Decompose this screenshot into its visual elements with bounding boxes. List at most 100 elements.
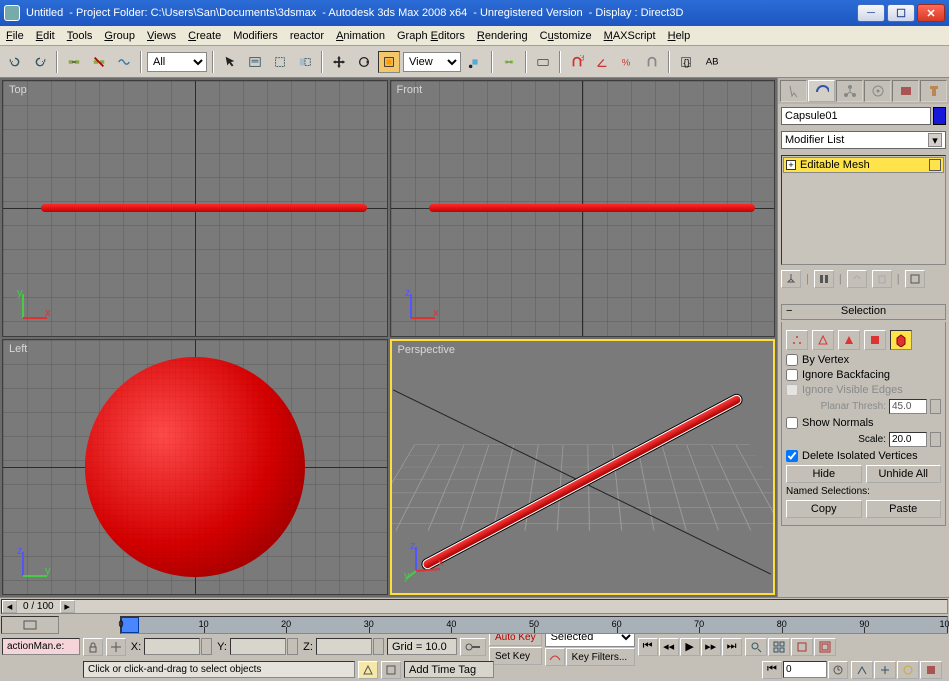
move-button[interactable] [328, 51, 350, 73]
viewport-front[interactable]: Front zx [390, 80, 776, 337]
show-normals-checkbox[interactable] [786, 417, 798, 429]
viewport-perspective[interactable]: Perspective zxy [390, 339, 776, 596]
element-subobj-button[interactable] [890, 330, 912, 350]
hide-button[interactable]: Hide [786, 465, 862, 483]
scale-spinner[interactable] [930, 432, 941, 447]
object-color-swatch[interactable] [933, 107, 946, 125]
menu-file[interactable]: File [6, 30, 24, 42]
copy-selection-button[interactable]: Copy [786, 500, 862, 518]
zoom-extents-all-button[interactable] [814, 638, 836, 656]
prev-frame-button[interactable]: ◂◂ [659, 638, 679, 656]
selection-rollout-header[interactable]: Selection [781, 304, 946, 320]
menu-views[interactable]: Views [147, 30, 176, 42]
named-selection-abc-button[interactable]: ABC [700, 51, 722, 73]
pivot-center-button[interactable] [464, 51, 486, 73]
angle-snap-button[interactable] [591, 51, 613, 73]
unlink-button[interactable] [88, 51, 110, 73]
arc-rotate-button[interactable] [897, 661, 919, 679]
viewport-top[interactable]: Top yx [2, 80, 388, 337]
paste-selection-button[interactable]: Paste [866, 500, 942, 518]
create-tab[interactable] [780, 80, 807, 102]
spinner-snap-button[interactable] [641, 51, 663, 73]
menu-modifiers[interactable]: Modifiers [233, 30, 278, 42]
configure-sets-button[interactable] [905, 270, 925, 288]
minimize-button[interactable]: ─ [857, 4, 885, 22]
time-slider[interactable]: 0102030405060708090100 [120, 616, 948, 634]
select-region-button[interactable] [269, 51, 291, 73]
x-coord-field[interactable] [144, 638, 200, 655]
delete-isolated-checkbox[interactable] [786, 450, 798, 462]
set-key-button[interactable]: Set Key [489, 647, 542, 665]
menu-tools[interactable]: Tools [67, 30, 93, 42]
scale-button[interactable] [378, 51, 400, 73]
time-tag-field[interactable]: Add Time Tag [404, 661, 494, 678]
z-coord-field[interactable] [316, 638, 372, 655]
menu-create[interactable]: Create [188, 30, 221, 42]
by-vertex-checkbox[interactable] [786, 354, 798, 366]
percent-snap-button[interactable]: % [616, 51, 638, 73]
close-button[interactable]: ✕ [917, 4, 945, 22]
zoom-extents-button[interactable] [791, 638, 813, 656]
edge-subobj-button[interactable] [812, 330, 834, 350]
show-end-result-button[interactable] [814, 270, 834, 288]
polygon-subobj-button[interactable] [864, 330, 886, 350]
menu-help[interactable]: Help [668, 30, 691, 42]
reference-coord-dropdown[interactable]: View [403, 52, 461, 72]
abs-transform-button[interactable] [106, 638, 126, 656]
fov-button[interactable] [851, 661, 873, 679]
key-mode-icon[interactable] [460, 638, 486, 656]
named-selection-edit-button[interactable]: {} [675, 51, 697, 73]
keyboard-shortcut-button[interactable] [532, 51, 554, 73]
play-button[interactable]: ▶ [680, 638, 700, 656]
motion-tab[interactable] [864, 80, 891, 102]
menu-rendering[interactable]: Rendering [477, 30, 528, 42]
pin-stack-button[interactable] [781, 270, 801, 288]
y-coord-field[interactable] [230, 638, 286, 655]
menu-customize[interactable]: Customize [540, 30, 592, 42]
object-name-field[interactable] [781, 107, 931, 125]
hierarchy-tab[interactable] [836, 80, 863, 102]
menu-maxscript[interactable]: MAXScript [604, 30, 656, 42]
scroll-left-icon[interactable]: ◂ [2, 600, 17, 613]
trackbar-toggle[interactable] [1, 616, 59, 634]
bind-spacewarp-button[interactable] [113, 51, 135, 73]
select-by-name-button[interactable] [244, 51, 266, 73]
redo-button[interactable] [29, 51, 51, 73]
menu-reactor[interactable]: reactor [290, 30, 324, 42]
time-config-button[interactable] [828, 661, 848, 679]
modifier-list-dropdown[interactable]: Modifier List▾ [781, 131, 946, 149]
maximize-button[interactable]: ☐ [887, 4, 915, 22]
unhide-all-button[interactable]: Unhide All [866, 465, 942, 483]
lock-selection-button[interactable] [83, 638, 103, 656]
goto-start-button[interactable]: ⏮ [638, 638, 658, 656]
window-crossing-button[interactable] [294, 51, 316, 73]
undo-button[interactable] [4, 51, 26, 73]
menu-animation[interactable]: Animation [336, 30, 385, 42]
pan-button[interactable] [874, 661, 896, 679]
prev-key-button[interactable]: ⏮ [762, 661, 782, 679]
selection-filter-dropdown[interactable]: All [147, 52, 207, 72]
maximize-viewport-button[interactable] [920, 661, 942, 679]
normal-scale-field[interactable] [889, 432, 927, 447]
viewport-left[interactable]: Left zy [2, 339, 388, 596]
key-tangent-button[interactable] [545, 648, 565, 666]
menu-edit[interactable]: Edit [36, 30, 55, 42]
stack-item-editable-mesh[interactable]: + Editable Mesh [783, 157, 944, 173]
time-slider-thumb[interactable] [121, 617, 139, 633]
vertex-subobj-button[interactable] [786, 330, 808, 350]
face-subobj-button[interactable] [838, 330, 860, 350]
manipulate-button[interactable] [498, 51, 520, 73]
key-filters-button[interactable]: Key Filters... [566, 648, 635, 666]
listener-mini[interactable]: actionMan.e: [2, 638, 80, 655]
current-frame-field[interactable] [783, 661, 827, 678]
zoom-button[interactable] [745, 638, 767, 656]
comm-center-button[interactable] [381, 661, 401, 679]
modifier-stack[interactable]: + Editable Mesh [781, 155, 946, 265]
expand-icon[interactable]: + [786, 160, 796, 170]
utilities-tab[interactable] [920, 80, 947, 102]
scroll-right-icon[interactable]: ▸ [60, 600, 75, 613]
menu-graph[interactable]: Graph Editors [397, 30, 465, 42]
rotate-button[interactable] [353, 51, 375, 73]
ignore-backfacing-checkbox[interactable] [786, 369, 798, 381]
goto-end-button[interactable]: ⏭ [722, 638, 742, 656]
